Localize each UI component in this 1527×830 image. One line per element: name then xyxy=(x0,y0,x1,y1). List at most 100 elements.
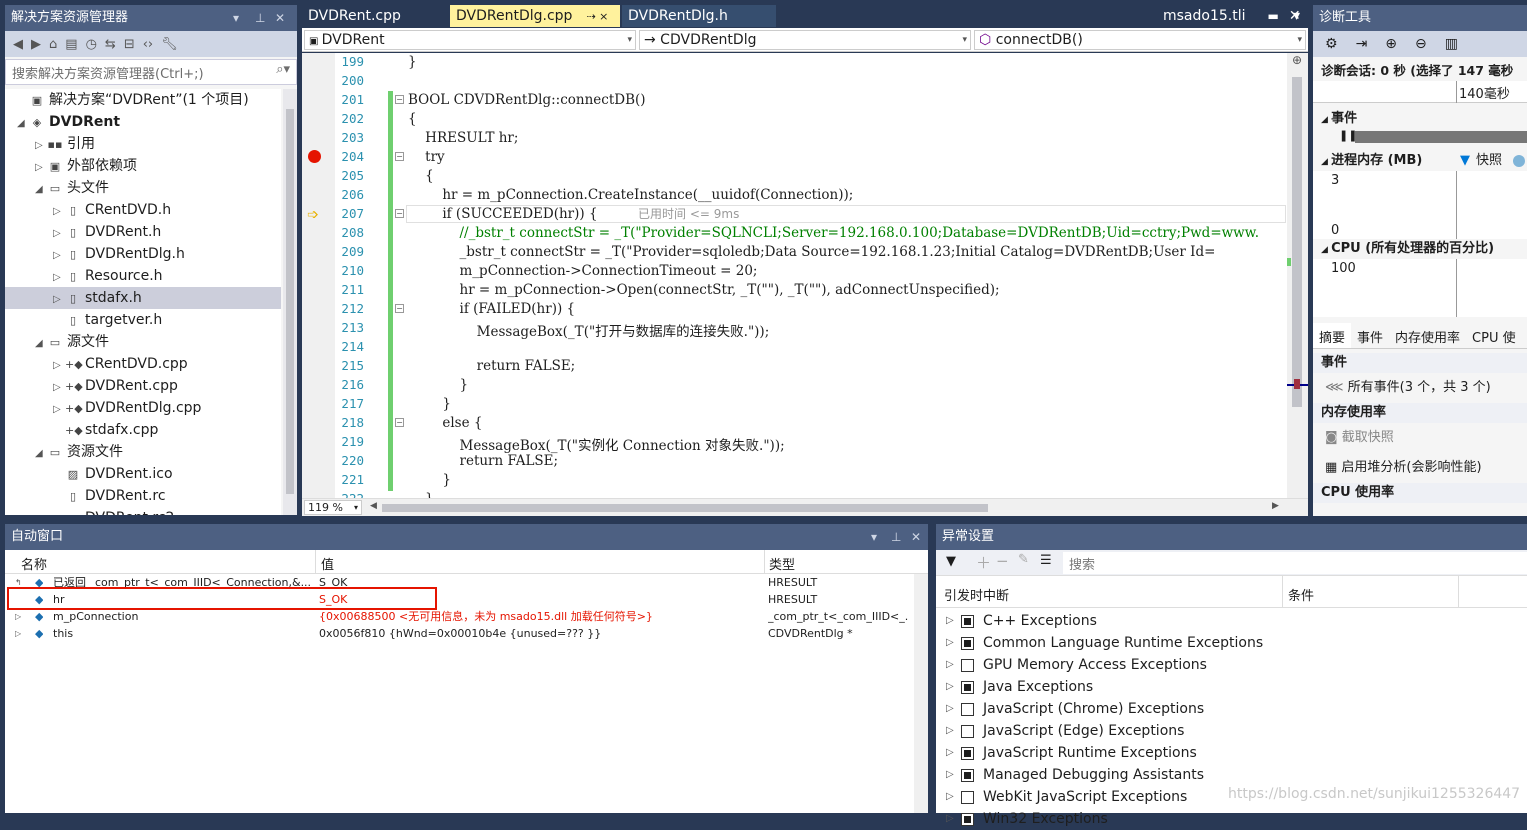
tree-item[interactable]: ▯ DVDRent.rc xyxy=(5,485,281,507)
code-line[interactable]: } xyxy=(408,491,434,498)
code-line[interactable]: hr = m_pConnection.CreateInstance(__uuid… xyxy=(408,187,853,203)
code-line[interactable]: m_pConnection->ConnectionTimeout = 20; xyxy=(408,263,757,279)
class-dropdown[interactable]: → CDVDRentDlg ▾ xyxy=(639,30,971,50)
diagnostic-tab[interactable]: 内存使用率 xyxy=(1389,323,1466,348)
chart-icon[interactable]: ▥ xyxy=(1445,36,1458,52)
exception-checkbox[interactable] xyxy=(961,637,974,650)
expand-arrow-icon[interactable]: ▷ xyxy=(15,625,21,642)
expand-arrow-icon[interactable]: ◢ xyxy=(35,179,47,201)
code-line[interactable]: return FALSE; xyxy=(408,453,558,469)
expand-arrow-icon[interactable]: ◢ xyxy=(35,443,47,465)
member-dropdown[interactable]: ⬡ connectDB() ▾ xyxy=(974,30,1306,50)
fold-toggle-icon[interactable]: − xyxy=(395,209,404,218)
tree-item[interactable]: +◆ stdafx.cpp xyxy=(5,419,281,441)
tree-item[interactable]: ▷ ▪▪ 引用 xyxy=(5,133,281,155)
code-line[interactable]: _bstr_t connectStr = _T("Provider=sqlole… xyxy=(408,244,1215,260)
expand-arrow-icon[interactable]: ▷ xyxy=(946,676,954,698)
expand-arrow-icon[interactable]: ▷ xyxy=(946,808,954,830)
exception-row[interactable]: ▷ Managed Debugging Assistants xyxy=(936,764,1527,786)
code-line[interactable]: { xyxy=(408,168,434,184)
column-condition[interactable]: 条件 xyxy=(1288,585,1314,604)
zoom-out-icon[interactable]: ⊖ xyxy=(1415,36,1427,52)
code-line[interactable]: BOOL CDVDRentDlg::connectDB() xyxy=(408,92,646,108)
split-icon[interactable]: ⊕ xyxy=(1292,53,1302,67)
tree-item[interactable]: ▷ ▯ DVDRentDlg.h xyxy=(5,243,281,265)
expand-arrow-icon[interactable]: ▷ xyxy=(946,698,954,720)
scrollbar-thumb[interactable] xyxy=(1292,77,1302,407)
pin-icon[interactable]: ⊥ xyxy=(891,524,901,550)
expand-arrow-icon[interactable]: ▷ xyxy=(946,786,954,808)
tab-pin-icon[interactable]: ▬ xyxy=(1268,9,1279,23)
expand-arrow-icon[interactable]: ▷ xyxy=(946,720,954,742)
tree-item[interactable]: ▣ 解决方案“DVDRent”(1 个项目) xyxy=(5,89,281,111)
exception-search-input[interactable]: 搜索 xyxy=(1063,552,1527,574)
code-line[interactable]: } xyxy=(408,377,468,393)
zoom-dropdown[interactable]: 119 % ▾ xyxy=(304,500,362,515)
pending-changes-icon[interactable]: ◷ xyxy=(86,37,97,52)
cpu-chart[interactable]: 100 xyxy=(1313,259,1527,317)
exception-checkbox[interactable] xyxy=(961,813,974,826)
expand-arrow-icon[interactable]: ▷ xyxy=(946,632,954,654)
expand-arrow-icon[interactable]: ▷ xyxy=(15,608,21,625)
fold-toggle-icon[interactable]: − xyxy=(395,418,404,427)
tree-item[interactable]: ▷ +◆ DVDRent.cpp xyxy=(5,375,281,397)
fold-toggle-icon[interactable]: − xyxy=(395,304,404,313)
code-line[interactable]: MessageBox(_T("实例化 Connection 对象失败.")); xyxy=(408,434,784,454)
properties-icon[interactable]: 🔧︎ xyxy=(161,37,178,52)
pin-icon[interactable]: ⊥ xyxy=(255,5,265,31)
tree-item[interactable]: ▨ DVDRent.ico xyxy=(5,463,281,485)
tree-item[interactable]: ◢ ▭ 源文件 xyxy=(5,331,281,353)
expand-arrow-icon[interactable]: ▷ xyxy=(946,742,954,764)
code-line[interactable]: MessageBox(_T("打开与数据库的连接失败.")); xyxy=(408,320,770,340)
diagnostic-tab[interactable]: CPU 使 xyxy=(1466,323,1522,348)
diagnostic-tab[interactable]: 摘要 xyxy=(1313,323,1352,348)
column-value[interactable]: 值 xyxy=(321,554,334,573)
take-snapshot-button[interactable]: ◙ 截取快照 xyxy=(1313,423,1527,453)
tree-item[interactable]: ▷ ▯ DVDRent.h xyxy=(5,221,281,243)
column-name[interactable]: 名称 xyxy=(21,554,47,573)
expand-arrow-icon[interactable]: ▷ xyxy=(946,764,954,786)
tree-item[interactable]: ▷ +◆ CRentDVD.cpp xyxy=(5,353,281,375)
tab-overflow-icon[interactable]: ▾ xyxy=(1287,5,1306,27)
expand-arrow-icon[interactable]: ▷ xyxy=(53,267,65,289)
exception-row[interactable]: ▷ GPU Memory Access Exceptions xyxy=(936,654,1527,676)
exception-row[interactable]: ▷ Java Exceptions xyxy=(936,676,1527,698)
forward-icon[interactable]: ▶ xyxy=(31,37,41,52)
exception-row[interactable]: ▷ C++ Exceptions xyxy=(936,610,1527,632)
code-line[interactable]: else { xyxy=(408,415,482,431)
tree-item[interactable]: ◢ ▭ 资源文件 xyxy=(5,441,281,463)
expand-arrow-icon[interactable]: ▷ xyxy=(946,654,954,676)
breakpoint-gutter[interactable] xyxy=(302,53,335,498)
timeline-ruler[interactable]: 140毫秒 xyxy=(1313,81,1527,103)
solution-search-input[interactable]: 搜索解决方案资源管理器(Ctrl+;) ⌕▾ xyxy=(5,59,297,85)
exception-checkbox[interactable] xyxy=(961,791,974,804)
tree-item[interactable]: ▷ ▯ CRentDVD.h xyxy=(5,199,281,221)
tree-item[interactable]: ▷ ▯ stdafx.h xyxy=(5,287,281,309)
collapse-all-icon[interactable]: ⊟ xyxy=(124,37,135,52)
scroll-right-icon[interactable]: ▶ xyxy=(1272,501,1279,511)
expand-arrow-icon[interactable]: ▷ xyxy=(53,223,65,245)
code-editor[interactable]: ➩ 199} 200 201− BOOL CDVDRentDlg::connectDB… xyxy=(302,53,1308,498)
tree-item[interactable]: ▷ ▣ 外部依赖项 xyxy=(5,155,281,177)
column-break-when-thrown[interactable]: 引发时中断 xyxy=(944,585,1009,604)
heap-profiling-toggle[interactable]: ▦ 启用堆分析(会影响性能) xyxy=(1313,453,1527,483)
expand-arrow-icon[interactable]: ◢ xyxy=(35,333,47,355)
solution-tree-scrollbar[interactable] xyxy=(283,89,297,515)
dropdown-icon[interactable]: ▾ xyxy=(233,5,239,31)
home-icon[interactable]: ⌂ xyxy=(49,37,57,52)
tab-dvdrentdlg-cpp[interactable]: DVDRentDlg.cpp ⇢ × xyxy=(450,5,620,27)
code-line[interactable]: hr = m_pConnection->Open(connectStr, _T(… xyxy=(408,282,999,298)
exception-checkbox[interactable] xyxy=(961,747,974,760)
exception-checkbox[interactable] xyxy=(961,703,974,716)
code-line[interactable]: HRESULT hr; xyxy=(408,130,518,146)
tree-item[interactable]: ◢ ▭ 头文件 xyxy=(5,177,281,199)
edit-condition-icon[interactable]: ✎ xyxy=(1018,552,1029,567)
expand-arrow-icon[interactable]: ▷ xyxy=(53,289,65,311)
editor-vertical-scrollbar[interactable]: ⊕ xyxy=(1287,53,1308,498)
exception-row[interactable]: ▷ Common Language Runtime Exceptions xyxy=(936,632,1527,654)
close-icon[interactable]: ✕ xyxy=(275,5,285,31)
autos-row[interactable]: ▷ ◆ m_pConnection {0x00688500 <无可用信息，未为 msa… xyxy=(5,608,928,625)
tab-msado15-tli[interactable]: msado15.tli ▬ ✕ xyxy=(1157,5,1307,27)
code-view-icon[interactable]: ‹› xyxy=(143,37,153,52)
expand-arrow-icon[interactable]: ▷ xyxy=(53,245,65,267)
